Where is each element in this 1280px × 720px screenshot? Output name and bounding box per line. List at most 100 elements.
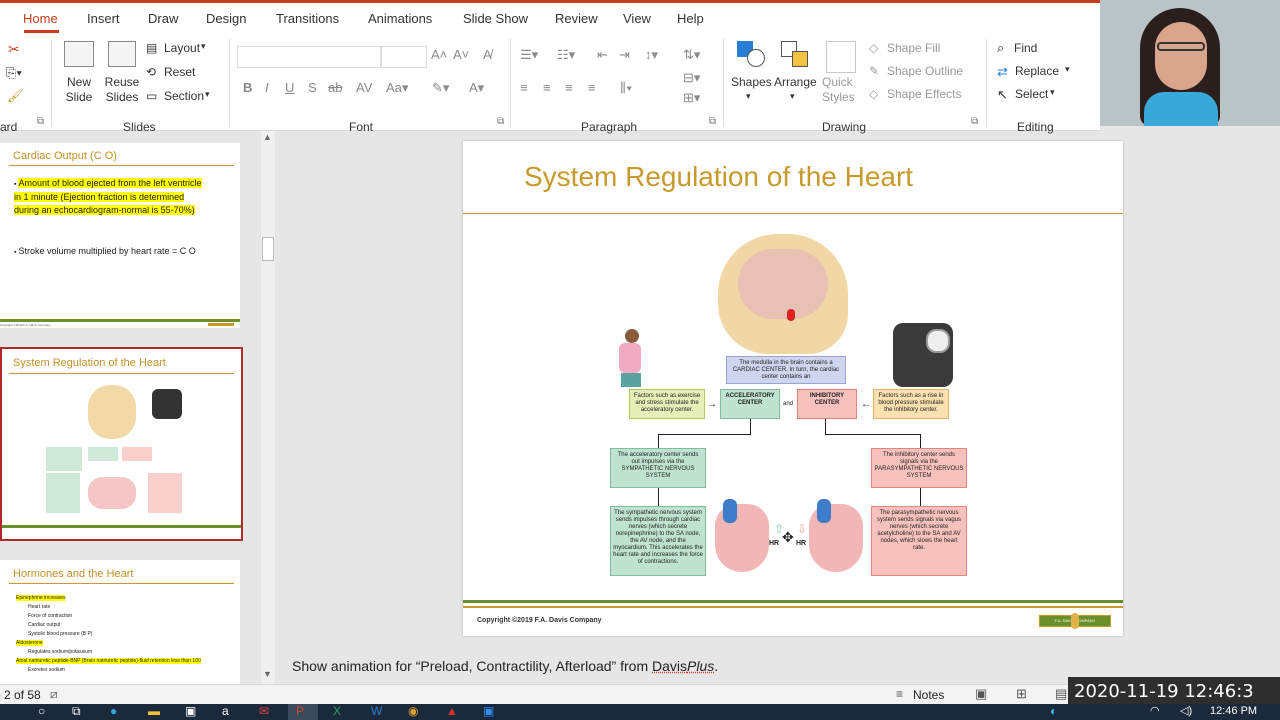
underline-icon[interactable]: U	[285, 80, 294, 95]
tab-home[interactable]: Home	[23, 11, 58, 26]
mail-icon[interactable]: ✉	[259, 704, 269, 718]
drawing-launcher-icon[interactable]: ⧉	[971, 116, 978, 127]
align-left-icon[interactable]: ≡	[520, 80, 528, 95]
replace-button[interactable]: Replace	[1015, 64, 1059, 78]
chrome-icon[interactable]: ◉	[408, 704, 418, 718]
tab-review[interactable]: Review	[555, 11, 598, 26]
accessibility-icon[interactable]: ⧄	[50, 687, 58, 702]
file-explorer-icon[interactable]: ▬	[148, 704, 160, 718]
character-spacing-icon[interactable]: AV	[356, 80, 372, 95]
decrease-indent-icon[interactable]: ⇤	[597, 47, 608, 63]
taskbar-clock[interactable]: 12:46 PM	[1210, 705, 1257, 717]
clipboard-launcher-icon[interactable]: ⧉	[37, 116, 44, 127]
tab-view[interactable]: View	[623, 11, 651, 26]
shadow-icon[interactable]: S	[308, 80, 317, 95]
task-view-icon[interactable]: ⧉	[72, 704, 81, 719]
excel-icon[interactable]: X	[333, 704, 341, 718]
reuse-slides-icon[interactable]	[108, 41, 136, 67]
powerpoint-icon[interactable]: P	[296, 704, 304, 718]
font-launcher-icon[interactable]: ⧉	[497, 116, 504, 127]
volume-icon[interactable]: ◁)	[1180, 704, 1192, 717]
clear-formatting-icon[interactable]: A̸	[483, 47, 492, 62]
select-button[interactable]: Select	[1015, 87, 1048, 101]
search-icon[interactable]: ○	[38, 704, 45, 718]
amazon-icon[interactable]: a	[222, 704, 229, 718]
arrange-button[interactable]: Arrange	[774, 75, 817, 89]
normal-view-icon[interactable]: ▣	[975, 686, 987, 702]
network-icon[interactable]: ◠	[1150, 704, 1160, 717]
justify-icon[interactable]: ≡	[588, 80, 596, 95]
section-button[interactable]: Section	[164, 89, 204, 103]
new-slide-button[interactable]: New Slide	[61, 75, 97, 105]
slide-canvas[interactable]: System Regulation of the Heart The medul…	[463, 141, 1123, 636]
section-chevron-down-icon[interactable]: ▾	[205, 89, 210, 100]
bullets-icon[interactable]: ☰▾	[520, 47, 538, 63]
quick-styles-icon[interactable]	[826, 41, 856, 73]
copy-icon[interactable]: ⎘▾	[6, 65, 22, 81]
smartart-icon[interactable]: ⊞▾	[683, 90, 700, 106]
align-right-icon[interactable]: ≡	[565, 80, 573, 95]
new-slide-icon[interactable]	[64, 41, 94, 67]
acrobat-icon[interactable]: ▲	[446, 704, 458, 718]
shapes-circle-icon[interactable]	[747, 49, 765, 67]
font-size-select[interactable]	[381, 46, 427, 68]
scroll-up-arrow-icon[interactable]: ▲	[263, 132, 272, 142]
slide-thumbnail[interactable]: Hormones and the Heart Epinephrine incre…	[0, 560, 240, 684]
bold-icon[interactable]: B	[243, 80, 252, 95]
store-icon[interactable]: ▣	[185, 704, 196, 718]
highlight-icon[interactable]: ✎▾	[432, 80, 449, 96]
tab-transitions[interactable]: Transitions	[276, 11, 339, 26]
quick-styles-button[interactable]: Quick Styles	[822, 75, 868, 105]
tab-slide-show[interactable]: Slide Show	[463, 11, 528, 26]
tray-app-icon[interactable]: ◐	[1050, 704, 1057, 718]
notes-text[interactable]: Show animation for “Preload, Contractili…	[292, 658, 718, 674]
paragraph-launcher-icon[interactable]: ⧉	[709, 116, 716, 127]
text-direction-icon[interactable]: ⇅▾	[683, 47, 700, 63]
select-chevron-down-icon[interactable]: ▾	[1050, 87, 1055, 98]
slide-sorter-icon[interactable]: ⊞	[1016, 686, 1027, 702]
cut-icon[interactable]: ✂	[8, 41, 20, 58]
reset-button[interactable]: Reset	[164, 65, 195, 79]
change-case-icon[interactable]: Aa▾	[386, 80, 408, 96]
find-button[interactable]: Find	[1014, 41, 1037, 55]
shape-effects-button[interactable]: Shape Effects	[887, 87, 962, 101]
strikethrough-icon[interactable]: ab	[328, 80, 342, 95]
slide-thumbnail-selected[interactable]: System Regulation of the Heart	[0, 347, 243, 541]
replace-chevron-down-icon[interactable]: ▾	[1065, 64, 1070, 75]
arrange-chevron-down-icon[interactable]: ▾	[790, 91, 795, 102]
format-painter-icon[interactable]: 🖌	[7, 88, 24, 104]
slide-thumbnail[interactable]: Cardiac Output (C O) ▪ Amount of blood e…	[0, 143, 240, 328]
align-text-icon[interactable]: ⊟▾	[683, 70, 700, 86]
thumbnail-scrollbar[interactable]: ▲ ▼	[261, 131, 275, 684]
grow-font-icon[interactable]: A˄	[431, 47, 447, 62]
italic-icon[interactable]: I	[265, 80, 269, 95]
font-family-select[interactable]	[237, 46, 381, 68]
heart-regulation-diagram[interactable]: The medulla in the brain contains a CARD…	[603, 229, 983, 579]
tab-animations[interactable]: Animations	[368, 11, 432, 26]
font-color-icon[interactable]: A▾	[469, 80, 484, 96]
shrink-font-icon[interactable]: A˅	[453, 47, 469, 62]
shapes-button[interactable]: Shapes	[731, 75, 772, 89]
notes-icon[interactable]: ≡	[896, 687, 903, 701]
shape-fill-button[interactable]: Shape Fill	[887, 41, 940, 55]
tab-insert[interactable]: Insert	[87, 11, 120, 26]
tab-design[interactable]: Design	[206, 11, 246, 26]
notes-button[interactable]: Notes	[913, 688, 944, 702]
reading-view-icon[interactable]: ▤	[1055, 686, 1067, 702]
layout-chevron-down-icon[interactable]: ▾	[201, 41, 206, 52]
layout-button[interactable]: Layout	[164, 41, 200, 55]
slide-title[interactable]: System Regulation of the Heart	[524, 161, 913, 193]
line-spacing-icon[interactable]: ↕▾	[645, 47, 658, 63]
numbering-icon[interactable]: ☷▾	[557, 47, 575, 63]
reuse-slides-button[interactable]: Reuse Slides	[104, 75, 140, 105]
increase-indent-icon[interactable]: ⇥	[619, 47, 630, 63]
word-icon[interactable]: W	[371, 704, 382, 718]
tab-draw[interactable]: Draw	[148, 11, 178, 26]
scroll-down-arrow-icon[interactable]: ▼	[263, 669, 272, 679]
shape-outline-button[interactable]: Shape Outline	[887, 64, 963, 78]
zoom-icon[interactable]: ▣	[483, 704, 494, 718]
tab-help[interactable]: Help	[677, 11, 704, 26]
scrollbar-thumb[interactable]	[262, 237, 274, 261]
columns-icon[interactable]: ⫼▾	[620, 80, 632, 96]
shapes-chevron-down-icon[interactable]: ▾	[746, 91, 751, 102]
